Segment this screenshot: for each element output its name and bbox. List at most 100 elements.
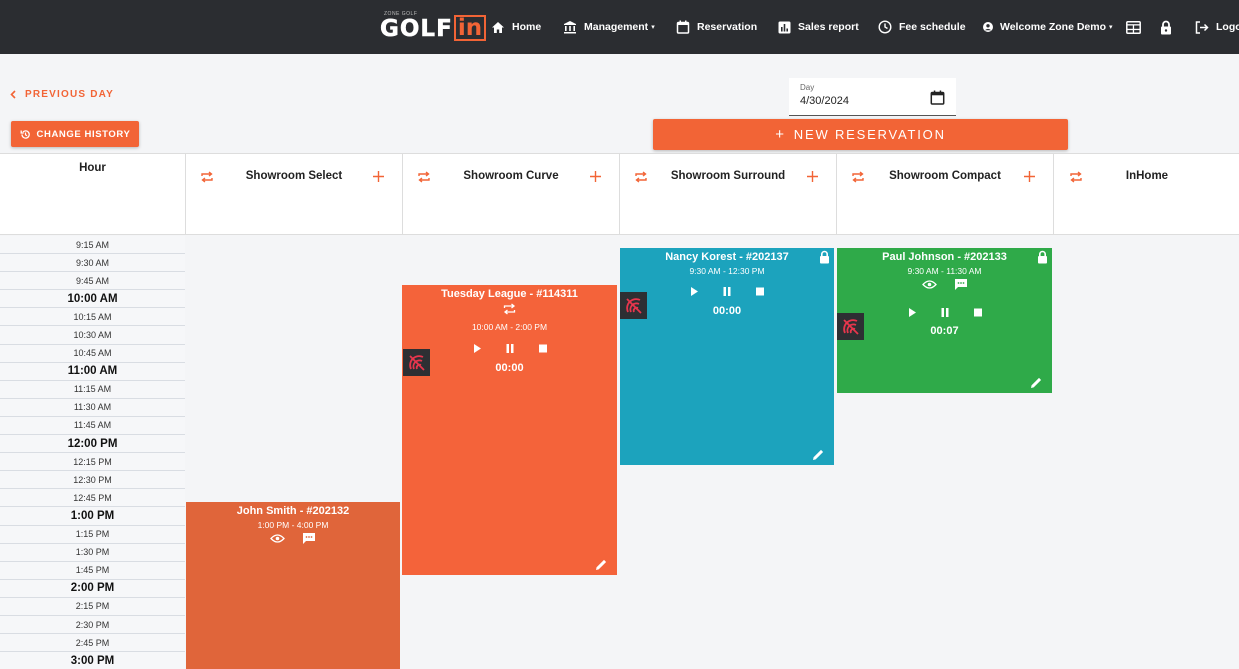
time-slot[interactable]: 2:15 PM (0, 597, 185, 616)
eye-icon[interactable] (921, 279, 937, 290)
time-slot[interactable]: 11:00 AM (0, 362, 185, 381)
nav-sales-report[interactable]: Sales report (778, 0, 859, 54)
add-icon[interactable] (589, 170, 602, 183)
comment-icon[interactable] (954, 278, 968, 291)
reservation-card-paul-johnson[interactable]: Paul Johnson - #202133 9:30 AM - 11:30 A… (837, 248, 1052, 393)
stop-icon[interactable] (755, 286, 765, 297)
comment-icon[interactable] (302, 532, 316, 545)
time-slot[interactable]: 12:45 PM (0, 489, 185, 508)
reservation-title: Tuesday League - #114311 (441, 288, 578, 300)
time-slot[interactable]: 2:00 PM (0, 579, 185, 598)
previous-day-link[interactable]: PREVIOUS DAY (10, 89, 114, 100)
nav-reservation-label: Reservation (697, 21, 758, 33)
reservation-timer: 00:00 (712, 305, 742, 317)
time-slot[interactable]: 10:15 AM (0, 308, 185, 327)
time-slot[interactable]: 12:15 PM (0, 453, 185, 472)
time-slot[interactable]: 9:30 AM (0, 254, 185, 273)
new-reservation-button[interactable]: + NEW RESERVATION (653, 119, 1068, 150)
reservation-time: 9:30 AM - 12:30 PM (689, 266, 765, 276)
time-slot[interactable]: 11:45 AM (0, 416, 185, 436)
repeat-icon (503, 303, 516, 315)
logo-word: GOLF (380, 16, 453, 42)
day-date-picker[interactable]: Day 4/30/2024 (789, 78, 956, 116)
reservation-card-john-smith[interactable]: John Smith - #202132 1:00 PM - 4:00 PM (186, 502, 400, 669)
time-slot[interactable]: 2:30 PM (0, 615, 185, 635)
time-slot[interactable]: 11:15 AM (0, 380, 185, 399)
pause-icon[interactable] (940, 307, 950, 318)
nav-sales-report-label: Sales report (798, 21, 859, 33)
time-slot[interactable]: 1:45 PM (0, 561, 185, 580)
time-slot[interactable]: 3:00 PM (0, 652, 185, 669)
nav-welcome-label: Welcome Zone Demo (1000, 21, 1106, 33)
time-slot[interactable]: 9:15 AM (0, 236, 185, 255)
play-icon[interactable] (907, 307, 917, 318)
no-signal-badge (620, 292, 647, 319)
bar-chart-icon (778, 21, 791, 33)
nav-fee-schedule-label: Fee schedule (899, 21, 966, 33)
reservation-time: 10:00 AM - 2:00 PM (471, 322, 548, 332)
time-slot[interactable]: 1:00 PM (0, 507, 185, 526)
time-slot[interactable]: 9:45 AM (0, 272, 185, 291)
nav-fee-schedule[interactable]: Fee schedule (878, 0, 966, 54)
eye-icon[interactable] (270, 533, 285, 544)
history-icon (20, 129, 30, 139)
golfin-logo[interactable]: ZONE GOLF GOLF in (380, 11, 487, 42)
day-field-value[interactable]: 4/30/2024 (800, 95, 849, 107)
chevron-left-icon (10, 90, 16, 99)
bank-icon (564, 21, 576, 34)
room-header-showroom-compact: Showroom Compact (837, 154, 1054, 235)
stop-icon[interactable] (538, 343, 548, 354)
reservation-card-nancy-korest[interactable]: Nancy Korest - #202137 9:30 AM - 12:30 P… (620, 248, 834, 465)
home-icon (492, 21, 504, 33)
calendar-icon (676, 20, 690, 34)
no-signal-icon (625, 297, 642, 314)
edit-pencil-icon[interactable] (595, 558, 608, 571)
chevron-down-icon: ▾ (1109, 24, 1113, 31)
time-slot[interactable]: 12:00 PM (0, 435, 185, 454)
reservation-timer: 00:00 (495, 362, 524, 374)
reservation-card-tuesday-league[interactable]: Tuesday League - #114311 10:00 AM - 2:00… (402, 285, 617, 575)
add-icon[interactable] (1023, 170, 1036, 183)
nav-lock[interactable] (1160, 0, 1172, 54)
top-navbar: ZONE GOLF GOLF in Home Management ▾ Rese… (0, 0, 1239, 54)
nav-reservation[interactable]: Reservation (676, 0, 757, 54)
add-icon[interactable] (806, 170, 819, 183)
play-icon[interactable] (689, 286, 699, 297)
hour-column-header: Hour (0, 154, 186, 235)
room-name: Showroom Select (245, 170, 343, 182)
time-slot[interactable]: 11:30 AM (0, 398, 185, 417)
time-slot[interactable]: 10:45 AM (0, 344, 185, 363)
pause-icon[interactable] (722, 286, 732, 297)
nav-management[interactable]: Management ▾ (563, 0, 655, 54)
lock-icon[interactable] (819, 250, 830, 264)
change-history-button[interactable]: CHANGE HISTORY (11, 121, 139, 147)
time-slot[interactable]: 1:30 PM (0, 543, 185, 562)
nav-user-menu[interactable]: Welcome Zone Demo ▾ (983, 0, 1113, 54)
time-slot[interactable]: 10:30 AM (0, 326, 185, 345)
nav-home[interactable]: Home (491, 0, 541, 54)
pause-icon[interactable] (505, 343, 515, 354)
reservation-time: 1:00 PM - 4:00 PM (257, 520, 329, 530)
nav-logout[interactable]: Logo (1195, 0, 1239, 54)
time-slot[interactable]: 12:30 PM (0, 471, 185, 490)
edit-pencil-icon[interactable] (1030, 376, 1043, 389)
logo-top-text: ZONE GOLF (384, 11, 418, 17)
room-header-showroom-select: Showroom Select (186, 154, 403, 235)
play-icon[interactable] (472, 343, 482, 354)
logo-accent: in (453, 15, 487, 41)
time-slot[interactable]: 1:15 PM (0, 525, 185, 544)
time-slot[interactable]: 2:45 PM (0, 634, 185, 653)
nav-home-label: Home (512, 21, 542, 33)
add-icon[interactable] (372, 170, 385, 183)
lock-icon[interactable] (1037, 250, 1048, 264)
nav-layout-toggle[interactable] (1126, 0, 1141, 54)
calendar-icon[interactable] (930, 90, 945, 105)
new-reservation-label: NEW RESERVATION (793, 127, 946, 142)
clock-icon (878, 20, 892, 34)
nav-management-label: Management (584, 21, 649, 33)
stop-icon[interactable] (973, 307, 983, 318)
room-header-showroom-curve: Showroom Curve (403, 154, 620, 235)
time-slot[interactable]: 10:00 AM (0, 290, 185, 309)
edit-pencil-icon[interactable] (812, 448, 825, 461)
room-name: InHome (1125, 170, 1169, 182)
